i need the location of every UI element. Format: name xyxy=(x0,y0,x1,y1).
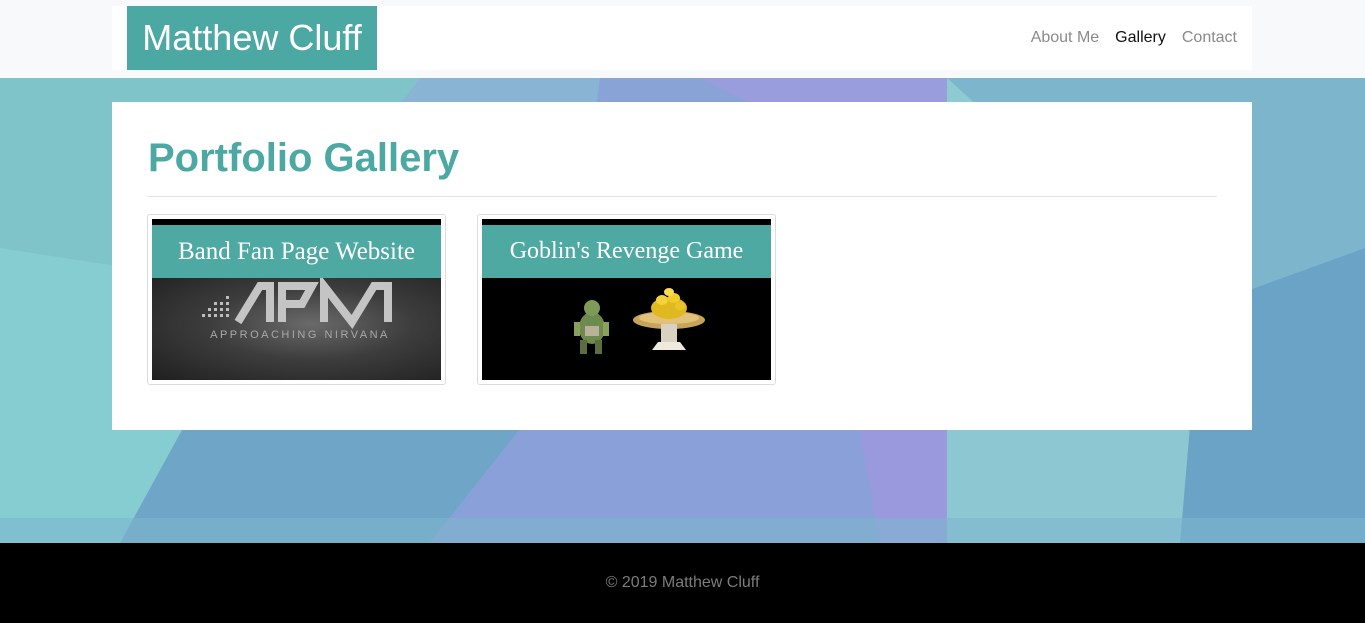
gallery-item-goblins-revenge[interactable]: Goblin's Revenge Game xyxy=(477,214,776,385)
goblin-and-gold-artwork xyxy=(574,288,705,354)
nav-links: About Me Gallery Contact xyxy=(1015,6,1237,70)
brand-logo[interactable]: Matthew Cluff xyxy=(127,6,377,70)
gallery-card: Portfolio Gallery Band Fan Page Website xyxy=(112,102,1252,430)
approaching-nirvana-logo: APPROACHING NIRVANA xyxy=(202,274,392,341)
thumbnail-image: Band Fan Page Website APPROACHING NIRVAN… xyxy=(152,219,441,380)
goblin-game-image xyxy=(482,278,771,380)
page-title: Portfolio Gallery xyxy=(148,136,460,180)
copyright-text: © 2019 Matthew Cluff xyxy=(605,574,760,591)
gold-pile-icon xyxy=(633,288,705,350)
nav-link-about-me[interactable]: About Me xyxy=(1031,29,1099,47)
divider xyxy=(147,196,1217,197)
nav-link-gallery[interactable]: Gallery xyxy=(1115,29,1166,47)
thumbnail-banner: Goblin's Revenge Game xyxy=(482,225,771,278)
gallery-item-band-fan-page[interactable]: Band Fan Page Website APPROACHING NIRVAN… xyxy=(147,214,446,385)
band-logo-image: APPROACHING NIRVANA xyxy=(152,274,441,380)
goblin-icon xyxy=(574,300,609,354)
nav-link-contact[interactable]: Contact xyxy=(1182,29,1237,47)
navbar: Matthew Cluff About Me Gallery Contact xyxy=(112,6,1252,70)
thumbnail-banner: Band Fan Page Website xyxy=(152,225,441,278)
band-logo-text: APPROACHING NIRVANA xyxy=(210,329,390,341)
thumbnail-image: Goblin's Revenge Game xyxy=(482,219,771,380)
footer: © 2019 Matthew Cluff xyxy=(0,543,1365,623)
